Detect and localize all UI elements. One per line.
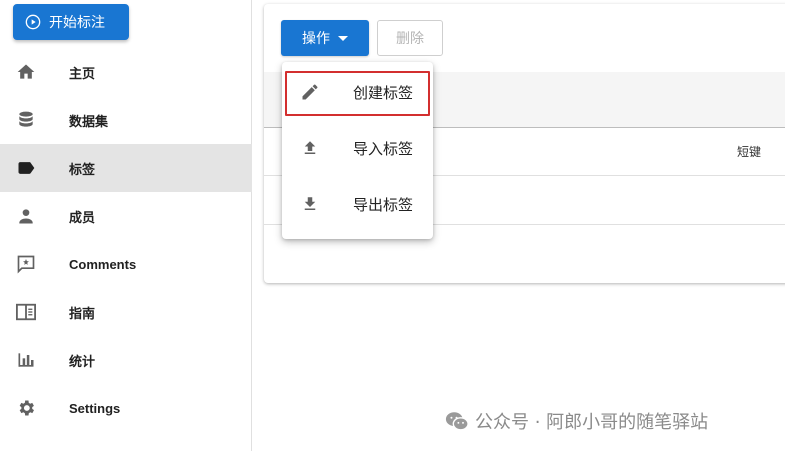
delete-button-label: 删除 bbox=[396, 31, 424, 47]
sidebar-item-label: 成员 bbox=[69, 209, 96, 225]
home-icon bbox=[14, 60, 38, 84]
actions-button-label: 操作 bbox=[302, 31, 330, 47]
label-icon bbox=[14, 156, 38, 180]
menu-item-label: 导入标签 bbox=[353, 139, 414, 158]
sidebar: 开始标注 主页 数据集 标签 成员 Comments 指南 统计 Setting… bbox=[0, 0, 252, 451]
wechat-icon bbox=[445, 412, 469, 431]
start-annotation-button[interactable]: 开始标注 bbox=[13, 4, 129, 40]
watermark: 公众号 · 阿郎小哥的随笔驿站 bbox=[445, 408, 708, 434]
comment-icon bbox=[14, 252, 38, 276]
actions-button[interactable]: 操作 bbox=[281, 20, 369, 56]
caret-down-icon bbox=[338, 35, 348, 41]
menu-item-import-labels[interactable]: 导入标签 bbox=[282, 120, 433, 176]
sidebar-item-settings[interactable]: Settings bbox=[0, 384, 252, 432]
watermark-text: 公众号 · 阿郎小哥的随笔驿站 bbox=[475, 412, 709, 433]
book-icon bbox=[14, 300, 38, 324]
gear-icon bbox=[14, 396, 38, 420]
sidebar-item-label: Comments bbox=[69, 256, 137, 272]
sidebar-item-label: 统计 bbox=[69, 353, 96, 369]
download-icon bbox=[299, 193, 321, 215]
database-icon bbox=[14, 108, 38, 132]
play-circle-icon bbox=[25, 14, 41, 30]
start-annotation-label: 开始标注 bbox=[49, 15, 105, 31]
sidebar-item-labels[interactable]: 标签 bbox=[0, 144, 252, 192]
sidebar-item-statistics[interactable]: 统计 bbox=[0, 336, 252, 384]
sidebar-item-label: Settings bbox=[69, 400, 121, 416]
bar-chart-icon bbox=[14, 348, 38, 372]
sidebar-item-dataset[interactable]: 数据集 bbox=[0, 96, 252, 144]
upload-icon bbox=[299, 137, 321, 159]
menu-item-export-labels[interactable]: 导出标签 bbox=[282, 176, 433, 232]
sidebar-item-members[interactable]: 成员 bbox=[0, 192, 252, 240]
sidebar-item-home[interactable]: 主页 bbox=[0, 48, 252, 96]
menu-item-label: 导出标签 bbox=[353, 195, 414, 214]
sidebar-item-label: 数据集 bbox=[69, 113, 109, 129]
column-header-shortcut[interactable]: 短键 bbox=[737, 143, 761, 160]
person-icon bbox=[14, 204, 38, 228]
sidebar-item-comments[interactable]: Comments bbox=[0, 240, 252, 288]
delete-button[interactable]: 删除 bbox=[377, 20, 443, 56]
sidebar-item-label: 标签 bbox=[69, 161, 96, 177]
highlight-box bbox=[285, 71, 430, 116]
sidebar-item-label: 主页 bbox=[69, 65, 96, 81]
sidebar-item-guide[interactable]: 指南 bbox=[0, 288, 252, 336]
sidebar-item-label: 指南 bbox=[69, 305, 96, 321]
